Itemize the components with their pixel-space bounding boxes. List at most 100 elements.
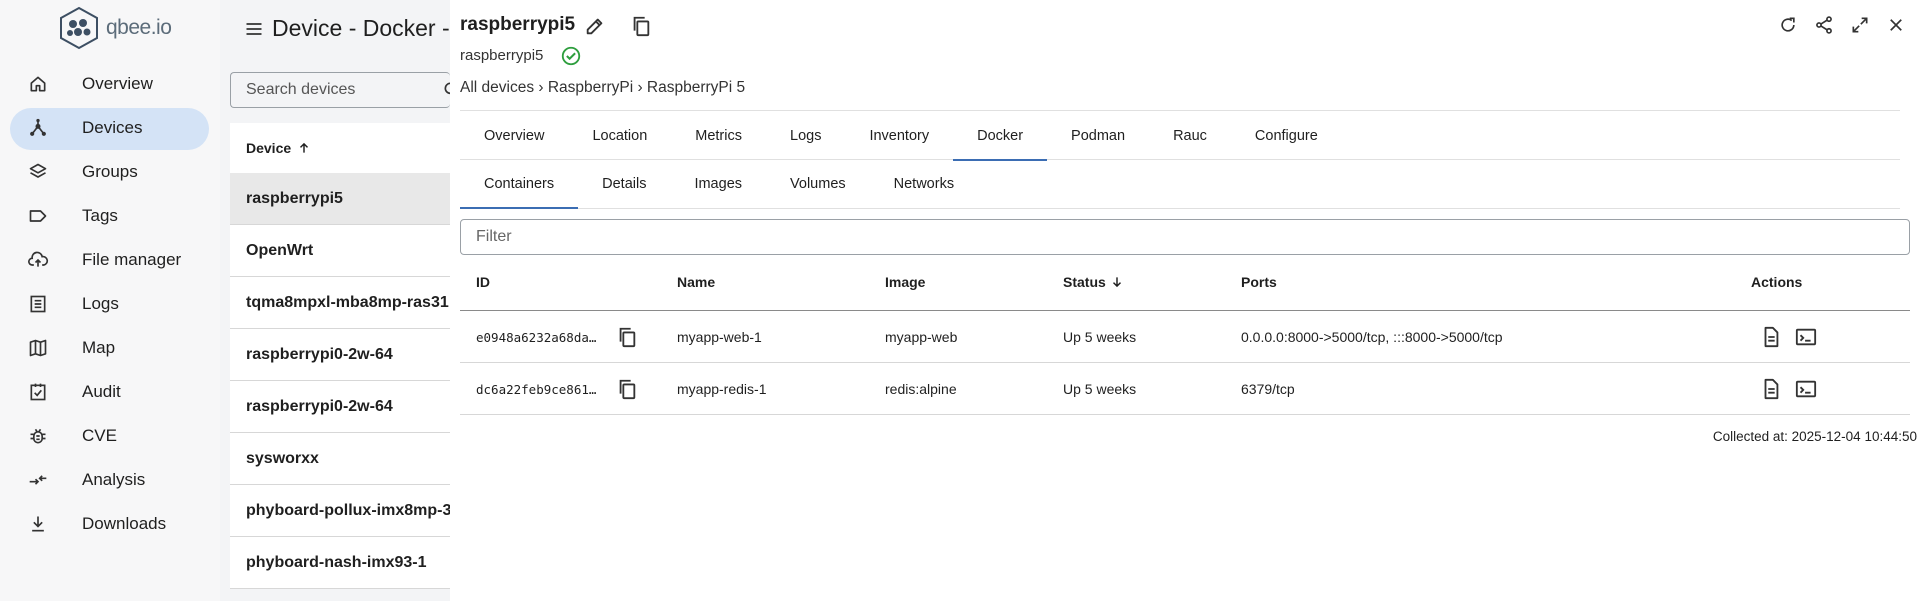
- subtab-networks[interactable]: Networks: [870, 160, 978, 208]
- device-row[interactable]: tqma8mpxl-mba8mp-ras31: [230, 277, 450, 329]
- filter-input[interactable]: Filter: [460, 219, 1910, 255]
- copy-icon[interactable]: [630, 14, 652, 43]
- close-icon[interactable]: [1885, 14, 1907, 36]
- subtab-details[interactable]: Details: [578, 160, 670, 208]
- device-row[interactable]: OpenWrt: [230, 225, 450, 277]
- collected-at: Collected at: 2025-12-04 10:44:50: [1712, 429, 1917, 444]
- main-nav: Overview Devices Groups Tags File manage…: [0, 62, 220, 546]
- device-row[interactable]: raspberrypi0-2w-64: [230, 381, 450, 433]
- tab-inventory[interactable]: Inventory: [845, 111, 953, 160]
- column-actions: Actions: [1751, 274, 1803, 290]
- nav-label: Tags: [82, 206, 118, 225]
- breadcrumb: All devices › RaspberryPi › RaspberryPi …: [460, 79, 746, 96]
- status-ok-icon: [560, 45, 582, 72]
- tab-podman[interactable]: Podman: [1047, 111, 1149, 160]
- audit-icon: [27, 381, 49, 403]
- download-icon: [27, 513, 49, 535]
- container-image: redis:alpine: [885, 381, 957, 397]
- share-icon[interactable]: [1813, 14, 1835, 36]
- table-header: ID Name Image Status Ports Actions: [460, 256, 1910, 311]
- nav-item-analysis[interactable]: Analysis: [0, 458, 220, 502]
- container-status: Up 5 weeks: [1063, 381, 1137, 397]
- device-row[interactable]: phyboard-pollux-imx8mp-3: [230, 485, 450, 537]
- nav-item-cve[interactable]: CVE: [0, 414, 220, 458]
- container-ports: 6379/tcp: [1241, 381, 1295, 397]
- containers-table: ID Name Image Status Ports Actions e0948…: [460, 256, 1910, 415]
- copy-icon[interactable]: [616, 377, 638, 404]
- nav-label: CVE: [82, 426, 117, 445]
- brand-logo[interactable]: qbee.io: [58, 6, 172, 50]
- tab-location[interactable]: Location: [568, 111, 671, 160]
- device-column-header[interactable]: Device: [230, 123, 450, 173]
- nav-item-logs[interactable]: Logs: [0, 282, 220, 326]
- logs-document-icon[interactable]: [1760, 326, 1782, 351]
- nav-item-file-manager[interactable]: File manager: [0, 238, 220, 282]
- nav-item-devices[interactable]: Devices: [0, 106, 220, 150]
- refresh-icon[interactable]: [1777, 14, 1799, 36]
- container-name: myapp-web-1: [677, 329, 762, 345]
- nav-label: Devices: [82, 118, 143, 137]
- cloud-upload-icon: [27, 249, 49, 271]
- drawer-actions: [1777, 14, 1907, 36]
- sidebar: qbee.io Overview Devices Groups Tags Fil…: [0, 0, 220, 601]
- nav-item-overview[interactable]: Overview: [0, 62, 220, 106]
- container-image: myapp-web: [885, 329, 958, 345]
- search-devices-input[interactable]: Search devices: [230, 72, 450, 108]
- subtab-containers[interactable]: Containers: [460, 160, 579, 209]
- device-row[interactable]: sysworxx: [230, 433, 450, 485]
- tag-icon: [27, 205, 49, 227]
- nav-label: Map: [82, 338, 116, 357]
- nav-item-downloads[interactable]: Downloads: [0, 502, 220, 546]
- arrow-down-icon: [1112, 277, 1121, 288]
- tab-docker[interactable]: Docker: [953, 111, 1047, 161]
- device-title: raspberrypi5: [460, 14, 576, 35]
- subtab-images[interactable]: Images: [670, 160, 766, 208]
- tab-metrics[interactable]: Metrics: [671, 111, 766, 160]
- device-tabs: Overview Location Metrics Logs Inventory…: [460, 110, 1900, 161]
- nav-item-tags[interactable]: Tags: [0, 194, 220, 238]
- container-id: e0948a6232a68da…: [476, 330, 597, 345]
- tab-overview[interactable]: Overview: [460, 111, 568, 160]
- docker-subtabs: Containers Details Images Volumes Networ…: [460, 160, 1900, 209]
- tab-rauc[interactable]: Rauc: [1149, 111, 1231, 160]
- subtab-volumes[interactable]: Volumes: [766, 160, 870, 208]
- nav-label: Audit: [82, 382, 121, 401]
- device-row[interactable]: phyboard-nash-imx93-1: [230, 537, 450, 589]
- device-subtitle: raspberrypi5: [460, 47, 544, 64]
- nav-item-map[interactable]: Map: [0, 326, 220, 370]
- device-row[interactable]: raspberrypi5: [230, 173, 450, 225]
- container-name: myapp-redis-1: [677, 381, 767, 397]
- tab-logs[interactable]: Logs: [766, 111, 845, 160]
- nav-label: Analysis: [82, 470, 146, 489]
- copy-icon[interactable]: [616, 325, 638, 352]
- column-image[interactable]: Image: [885, 274, 925, 290]
- nav-item-audit[interactable]: Audit: [0, 370, 220, 414]
- device-row[interactable]: raspberrypi0-2w-64: [230, 329, 450, 381]
- container-ports: 0.0.0.0:8000->5000/tcp, :::8000->5000/tc…: [1241, 329, 1503, 345]
- arrow-up-icon: [300, 142, 309, 153]
- nav-label: Overview: [82, 74, 153, 93]
- terminal-icon[interactable]: [1794, 326, 1818, 351]
- nav-item-groups[interactable]: Groups: [0, 150, 220, 194]
- qbee-logo-icon: [60, 6, 98, 50]
- menu-icon[interactable]: [244, 19, 264, 44]
- device-detail-drawer: raspberrypi5 raspberrypi5 All devices › …: [450, 0, 1917, 601]
- column-name[interactable]: Name: [677, 274, 715, 290]
- devices-icon: [27, 117, 49, 139]
- column-ports[interactable]: Ports: [1241, 274, 1277, 290]
- page-title: Device - Docker - C: [272, 15, 450, 41]
- table-row: dc6a22feb9ce861… myapp-redis-1 redis:alp…: [460, 363, 1910, 415]
- edit-icon[interactable]: [584, 15, 606, 42]
- container-status: Up 5 weeks: [1063, 329, 1137, 345]
- compare-icon: [27, 469, 49, 491]
- terminal-icon[interactable]: [1794, 378, 1818, 403]
- bug-icon: [27, 425, 49, 447]
- column-id[interactable]: ID: [476, 274, 490, 290]
- tab-configure[interactable]: Configure: [1231, 111, 1342, 160]
- logs-document-icon[interactable]: [1760, 378, 1782, 403]
- brand-name: qbee.io: [106, 16, 172, 39]
- table-row: e0948a6232a68da… myapp-web-1 myapp-web U…: [460, 311, 1910, 363]
- column-status[interactable]: Status: [1063, 274, 1124, 290]
- expand-icon[interactable]: [1849, 14, 1871, 36]
- map-icon: [27, 337, 49, 359]
